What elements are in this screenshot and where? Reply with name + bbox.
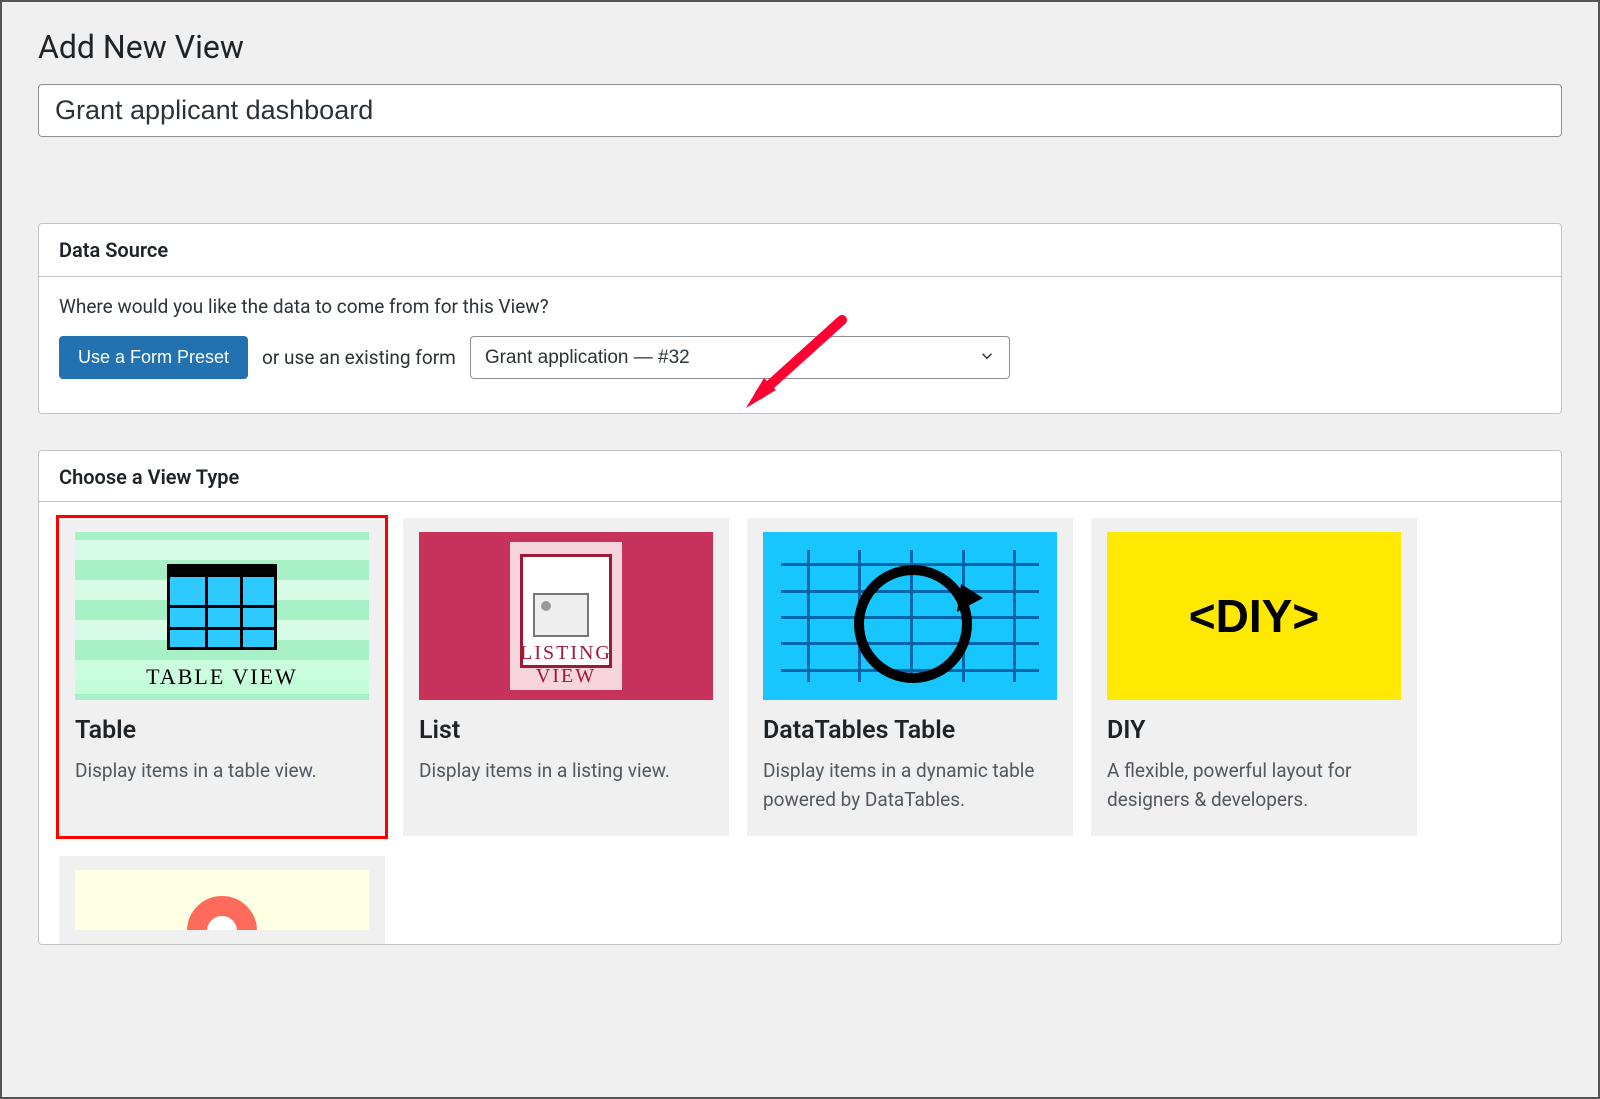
view-type-card-table[interactable]: TABLE VIEW Table Display items in a tabl… (59, 518, 385, 836)
or-use-existing-text: or use an existing form (262, 346, 456, 369)
diy-thumbnail: <DIY> (1107, 532, 1401, 700)
thumb-label: TABLE VIEW (75, 660, 369, 694)
thumb-label: LISTING VIEW (510, 642, 622, 688)
data-source-panel: Data Source Where would you like the dat… (38, 223, 1562, 414)
view-type-panel: Choose a View Type TABLE VIEW Table Disp… (38, 450, 1562, 945)
partial-thumbnail (75, 870, 369, 930)
datatables-thumbnail (763, 532, 1057, 700)
card-desc: Display items in a table view. (75, 757, 369, 786)
view-type-card-diy[interactable]: <DIY> DIY A flexible, powerful layout fo… (1091, 518, 1417, 836)
list-view-thumbnail: LISTING VIEW (419, 532, 713, 700)
table-view-thumbnail: TABLE VIEW (75, 532, 369, 700)
view-title-input[interactable] (38, 84, 1562, 137)
refresh-icon (843, 554, 993, 694)
card-title: DIY (1107, 716, 1401, 745)
diy-text-icon: <DIY> (1189, 589, 1319, 643)
card-desc: Display items in a dynamic table powered… (763, 757, 1057, 814)
existing-form-select[interactable]: Grant application — #32 (470, 336, 1010, 379)
data-source-prompt: Where would you like the data to come fr… (59, 295, 1541, 318)
card-desc: Display items in a listing view. (419, 757, 713, 786)
card-title: List (419, 716, 713, 745)
data-source-header: Data Source (39, 224, 1561, 277)
view-type-header: Choose a View Type (39, 451, 1561, 502)
image-placeholder-icon (533, 593, 589, 637)
card-title: DataTables Table (763, 716, 1057, 745)
card-desc: A flexible, powerful layout for designer… (1107, 757, 1401, 814)
page-title: Add New View (38, 28, 1562, 66)
view-type-card-partial[interactable] (59, 856, 385, 944)
table-icon (167, 564, 277, 650)
view-type-card-list[interactable]: LISTING VIEW List Display items in a lis… (403, 518, 729, 836)
ring-icon (187, 896, 257, 930)
view-type-card-datatables[interactable]: DataTables Table Display items in a dyna… (747, 518, 1073, 836)
card-title: Table (75, 716, 369, 745)
use-form-preset-button[interactable]: Use a Form Preset (59, 336, 248, 379)
